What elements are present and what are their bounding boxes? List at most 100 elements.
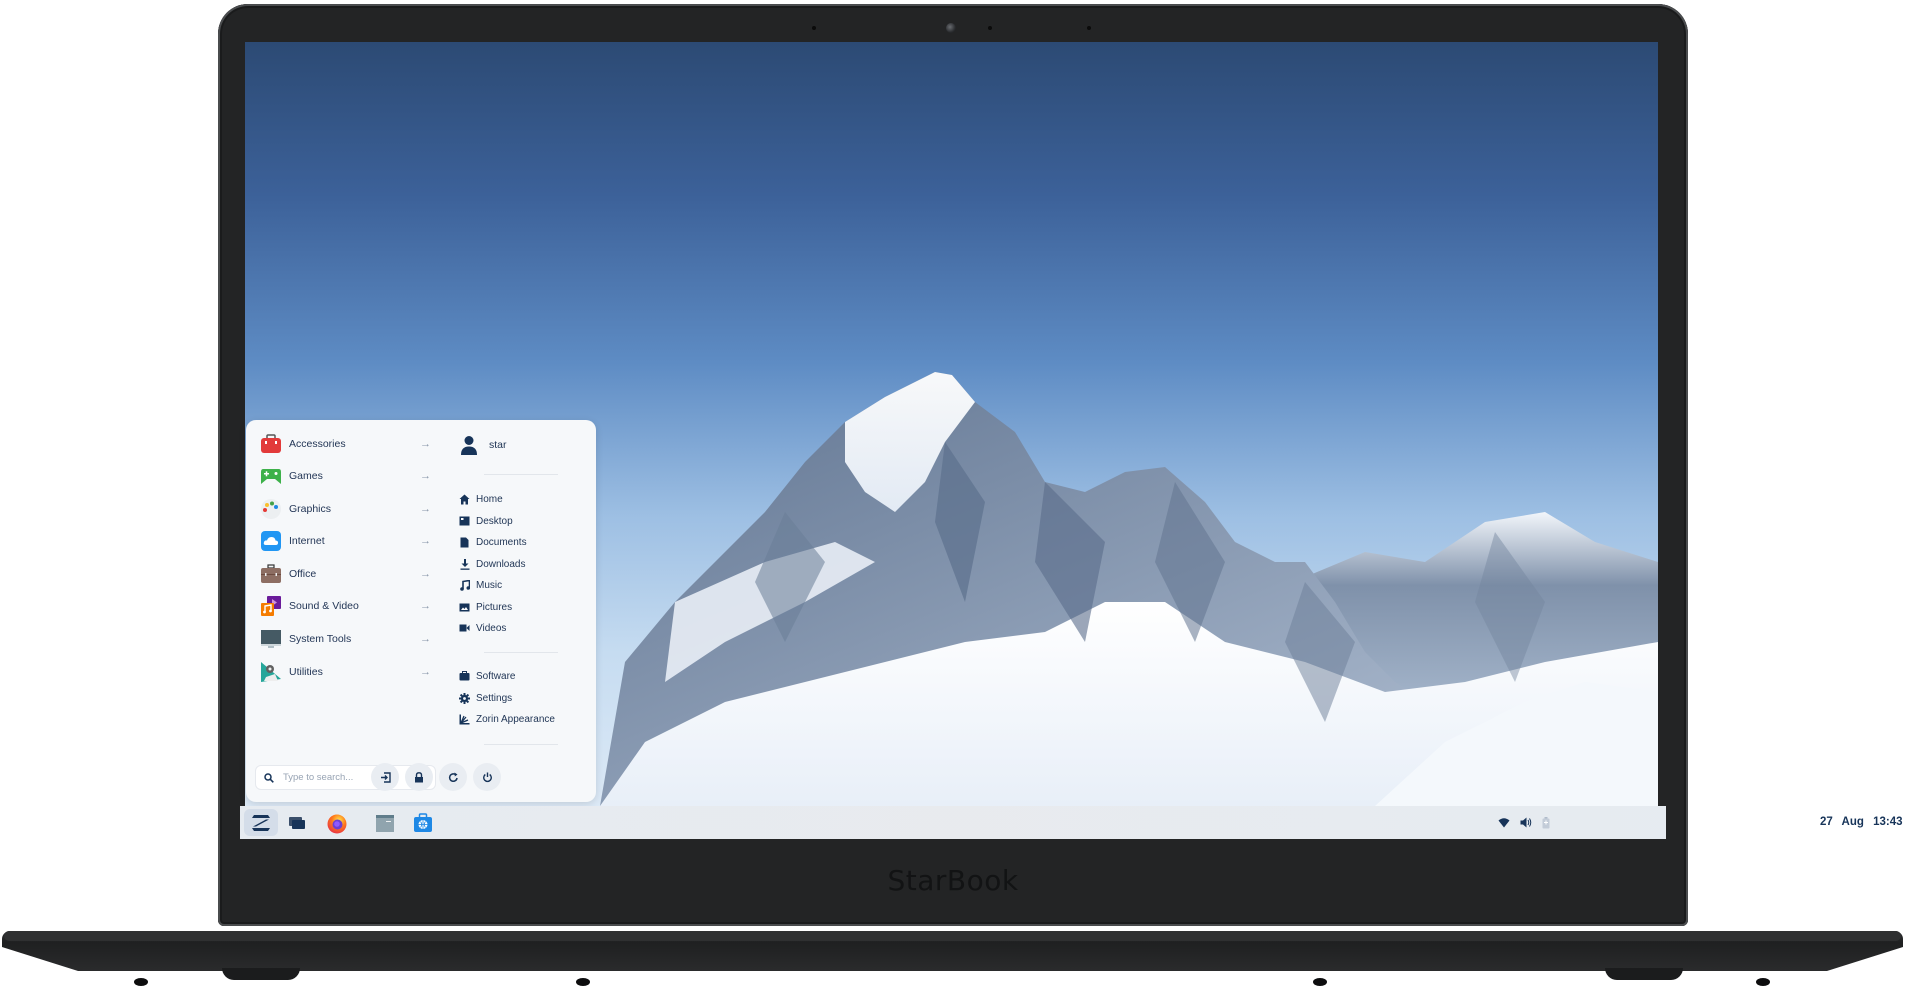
place-desktop[interactable]: Desktop [459,511,513,531]
software-icon [459,671,470,682]
taskbar-firefox-button[interactable] [320,809,354,836]
menu-category-label: Office [289,568,317,580]
screw-icon [1313,978,1327,986]
laptop-foot [222,968,300,980]
arrow-right-icon: → [420,568,431,580]
logout-button[interactable] [371,763,399,791]
power-icon [482,772,493,783]
menu-category-games[interactable]: Games → [260,462,436,490]
laptop-foot [1605,968,1683,980]
menu-category-graphics[interactable]: Graphics → [260,495,436,523]
laptop-brand-logo: StarBook [887,864,1019,897]
menu-category-utilities[interactable]: Utilities → [260,658,436,686]
user-name: star [489,439,507,451]
place-music[interactable]: Music [459,575,502,595]
menu-category-label: Utilities [289,666,323,678]
menu-item-label: Zorin Appearance [476,713,555,725]
logout-icon [380,771,391,783]
media-icon [260,595,282,617]
sensor-dot-icon [988,26,992,30]
taskbar-software-store-button[interactable] [406,809,440,836]
monitor-icon [260,628,282,650]
arrow-right-icon: → [420,503,431,515]
restart-button[interactable] [439,763,467,791]
laptop-base-edge [4,931,1901,941]
windows-icon [288,816,306,830]
taskbar: 27 Aug 13:43 [240,806,1903,839]
place-label: Videos [476,622,507,634]
screw-icon [134,978,148,986]
user-account[interactable]: star [459,434,507,456]
palette-icon [260,498,282,520]
menu-separator [484,474,558,475]
battery-icon[interactable] [1542,816,1550,829]
menu-item-label: Software [476,670,516,682]
zorin-logo-icon [250,814,272,832]
lock-icon [414,771,424,783]
screw-icon [576,978,590,986]
menu-category-office[interactable]: Office → [260,560,436,588]
utilities-icon [260,661,282,683]
restart-icon [448,772,459,783]
document-icon [459,537,470,548]
place-documents[interactable]: Documents [459,532,527,552]
arrow-right-icon: → [420,438,431,450]
store-icon [413,812,433,833]
taskbar-workspaces-button[interactable] [280,809,314,836]
home-icon [459,494,470,505]
search-icon [264,772,274,783]
appearance-icon [459,714,470,725]
user-icon [459,435,479,455]
lock-button[interactable] [405,763,433,791]
wifi-icon[interactable] [1498,817,1510,828]
menu-item-zorin-appearance[interactable]: Zorin Appearance [459,709,555,729]
clock-time: 13:43 [1873,816,1903,828]
arrow-right-icon: → [420,470,431,482]
toolbox-icon [260,433,282,455]
menu-category-label: System Tools [289,633,352,645]
screw-icon [1756,978,1770,986]
arrow-right-icon: → [420,666,431,678]
place-label: Home [476,493,503,505]
place-label: Documents [476,536,527,548]
menu-category-accessories[interactable]: Accessories → [260,430,436,458]
gear-icon [459,692,470,704]
power-off-button[interactable] [473,763,501,791]
download-icon [459,558,470,570]
arrow-right-icon: → [420,600,431,612]
place-label: Pictures [476,601,513,613]
menu-category-label: Graphics [289,503,332,515]
taskbar-zorin-menu-button[interactable] [244,809,278,836]
taskbar-files-button[interactable] [368,809,402,836]
webcam-icon [946,23,956,33]
place-label: Music [476,579,503,591]
sensor-dot-icon [1087,26,1091,30]
start-menu: Accessories → Games → Graphics → Interne… [246,420,596,802]
place-videos[interactable]: Videos [459,618,506,638]
menu-item-software[interactable]: Software [459,666,515,686]
arrow-right-icon: → [420,535,431,547]
menu-category-sound-video[interactable]: Sound & Video → [260,592,436,620]
volume-icon[interactable] [1520,817,1532,828]
menu-separator [484,744,558,745]
place-home[interactable]: Home [459,489,503,509]
system-tray[interactable] [1498,806,1550,839]
picture-icon [459,602,470,613]
cloud-icon [260,530,282,552]
menu-category-label: Games [289,470,323,482]
taskbar-clock[interactable]: 27 Aug 13:43 [1820,806,1903,839]
menu-item-settings[interactable]: Settings [459,688,512,708]
place-label: Desktop [476,515,513,527]
menu-category-label: Accessories [289,438,346,450]
menu-separator [484,652,558,653]
sensor-dot-icon [812,26,816,30]
menu-category-internet[interactable]: Internet → [260,527,436,555]
firefox-icon [326,812,348,834]
music-icon [459,579,470,591]
place-pictures[interactable]: Pictures [459,597,512,617]
place-downloads[interactable]: Downloads [459,554,525,574]
menu-category-label: Sound & Video [289,600,359,612]
menu-category-system-tools[interactable]: System Tools → [260,625,436,653]
desktop-icon [459,516,470,527]
place-label: Downloads [476,558,526,570]
